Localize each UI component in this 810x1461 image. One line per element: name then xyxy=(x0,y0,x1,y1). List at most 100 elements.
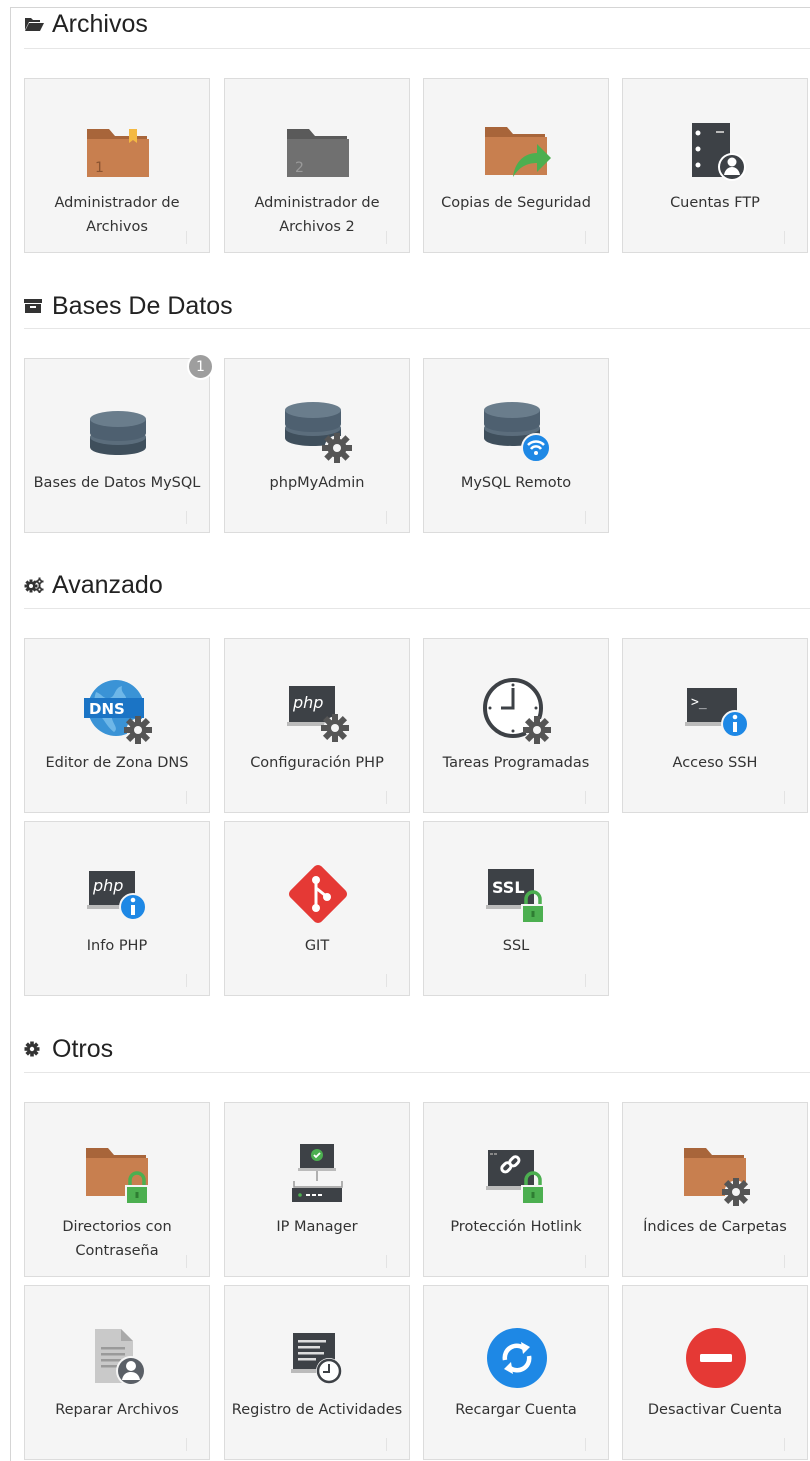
tile-ssl[interactable]: SSL SSL xyxy=(423,821,609,996)
tile-label: Configuración PHP xyxy=(250,755,384,771)
tile-git[interactable]: GIT xyxy=(224,821,410,996)
tile-divider xyxy=(386,511,387,524)
ip-manager-icon xyxy=(278,1136,358,1214)
section-title-text: Otros xyxy=(52,1034,114,1063)
notification-badge: 1 xyxy=(187,353,214,380)
section-archivos-title: Archivos xyxy=(24,7,148,41)
ftp-accounts-icon xyxy=(676,112,756,190)
tile-divider xyxy=(186,791,187,804)
git-icon xyxy=(278,855,358,933)
svg-text:php: php xyxy=(292,693,323,712)
tile-php-info[interactable]: php Info PHP xyxy=(24,821,210,996)
tile-divider xyxy=(186,974,187,987)
tile-label: Recargar Cuenta xyxy=(455,1402,577,1418)
svg-text:>_: >_ xyxy=(691,695,707,710)
refresh-icon xyxy=(477,1319,557,1397)
archive-box-icon xyxy=(24,297,44,315)
tile-label: Directorios con Contraseña xyxy=(62,1219,172,1259)
tile-label: GIT xyxy=(304,938,330,954)
tile-label: Desactivar Cuenta xyxy=(647,1402,783,1418)
tile-dns-zone-editor[interactable]: DNS Editor de Zona DNS xyxy=(24,638,210,813)
tile-label: phpMyAdmin xyxy=(269,475,365,491)
tile-file-manager[interactable]: 1 Administrador de Archivos xyxy=(24,78,210,253)
tile-mysql-databases[interactable]: Bases de Datos MySQL xyxy=(24,358,210,533)
tile-label: SSL xyxy=(502,938,530,954)
section-divider xyxy=(24,48,810,49)
section-bases-de-datos-title: Bases De Datos xyxy=(24,289,233,323)
tile-divider xyxy=(585,974,586,987)
tile-label: Tareas Programadas xyxy=(442,755,590,771)
file-manager-2-icon: 2 xyxy=(278,112,358,190)
svg-text:2: 2 xyxy=(295,160,304,176)
backup-folder-icon xyxy=(477,112,557,190)
document-user-icon xyxy=(78,1319,158,1397)
tile-label: Registro de Actividades xyxy=(231,1402,403,1418)
folder-lock-icon xyxy=(78,1136,158,1214)
tile-label: Administrador de Archivos 2 xyxy=(254,195,380,235)
tile-backups[interactable]: Copias de Seguridad xyxy=(423,78,609,253)
tile-divider xyxy=(386,231,387,244)
tile-password-directories[interactable]: Directorios con Contraseña xyxy=(24,1102,210,1277)
tile-label: Administrador de Archivos xyxy=(54,195,180,235)
tile-divider xyxy=(186,231,187,244)
tile-label: IP Manager xyxy=(276,1219,358,1235)
tile-label: MySQL Remoto xyxy=(460,475,572,491)
section-divider xyxy=(24,608,810,609)
tile-divider xyxy=(585,511,586,524)
file-manager-icon: 1 xyxy=(78,112,158,190)
section-divider xyxy=(24,1072,810,1073)
tile-label: Editor de Zona DNS xyxy=(45,755,189,771)
tile-divider xyxy=(186,1438,187,1451)
section-avanzado-title: Avanzado xyxy=(24,568,163,602)
ssl-lock-icon: SSL xyxy=(477,855,557,933)
folder-gear-icon xyxy=(676,1136,756,1214)
gear-icon xyxy=(24,1040,44,1058)
tile-label: Índices de Carpetas xyxy=(643,1219,787,1235)
no-entry-icon xyxy=(676,1319,756,1397)
tile-phpmyadmin[interactable]: phpMyAdmin xyxy=(224,358,410,533)
database-icon xyxy=(78,392,158,470)
php-info-icon: php xyxy=(78,855,158,933)
tile-divider xyxy=(186,511,187,524)
tile-label: Protección Hotlink xyxy=(450,1219,582,1235)
tile-divider xyxy=(585,791,586,804)
folder-open-icon xyxy=(24,15,44,33)
database-wifi-icon xyxy=(477,392,557,470)
terminal-info-icon: >_ xyxy=(676,672,756,750)
tile-reload-account[interactable]: Recargar Cuenta xyxy=(423,1285,609,1460)
tile-label: Reparar Archivos xyxy=(55,1402,179,1418)
tile-php-config[interactable]: php Configuración PHP xyxy=(224,638,410,813)
tile-divider xyxy=(784,1438,785,1451)
tile-divider xyxy=(386,791,387,804)
tile-divider xyxy=(386,1255,387,1268)
php-gear-icon: php xyxy=(278,672,358,750)
tile-activity-log[interactable]: Registro de Actividades xyxy=(224,1285,410,1460)
tile-mysql-remote[interactable]: MySQL Remoto xyxy=(423,358,609,533)
tile-ftp-accounts[interactable]: Cuentas FTP xyxy=(622,78,808,253)
panel-border-left xyxy=(10,7,11,1461)
tile-cron-jobs[interactable]: Tareas Programadas xyxy=(423,638,609,813)
section-title-text: Bases De Datos xyxy=(52,291,233,320)
section-title-text: Archivos xyxy=(52,9,148,38)
svg-text:1: 1 xyxy=(95,160,104,176)
section-divider xyxy=(24,328,810,329)
hotlink-lock-icon xyxy=(477,1136,557,1214)
dns-globe-gear-icon: DNS xyxy=(78,672,158,750)
tile-divider xyxy=(386,974,387,987)
tile-file-manager-2[interactable]: 2 Administrador de Archivos 2 xyxy=(224,78,410,253)
tile-label: Info PHP xyxy=(86,938,148,954)
tile-hotlink-protection[interactable]: Protección Hotlink xyxy=(423,1102,609,1277)
section-otros-title: Otros xyxy=(24,1032,113,1066)
clock-gear-icon xyxy=(477,672,557,750)
tile-ip-manager[interactable]: IP Manager xyxy=(224,1102,410,1277)
cogs-icon xyxy=(24,576,44,594)
tile-divider xyxy=(186,1255,187,1268)
tile-label: Copias de Seguridad xyxy=(441,195,591,211)
tile-divider xyxy=(585,1255,586,1268)
tile-ssh-access[interactable]: >_ Acceso SSH xyxy=(622,638,808,813)
tile-repair-files[interactable]: Reparar Archivos xyxy=(24,1285,210,1460)
database-gear-icon xyxy=(278,392,358,470)
tile-folder-indexes[interactable]: Índices de Carpetas xyxy=(622,1102,808,1277)
tile-deactivate-account[interactable]: Desactivar Cuenta xyxy=(622,1285,808,1460)
section-title-text: Avanzado xyxy=(52,570,163,599)
